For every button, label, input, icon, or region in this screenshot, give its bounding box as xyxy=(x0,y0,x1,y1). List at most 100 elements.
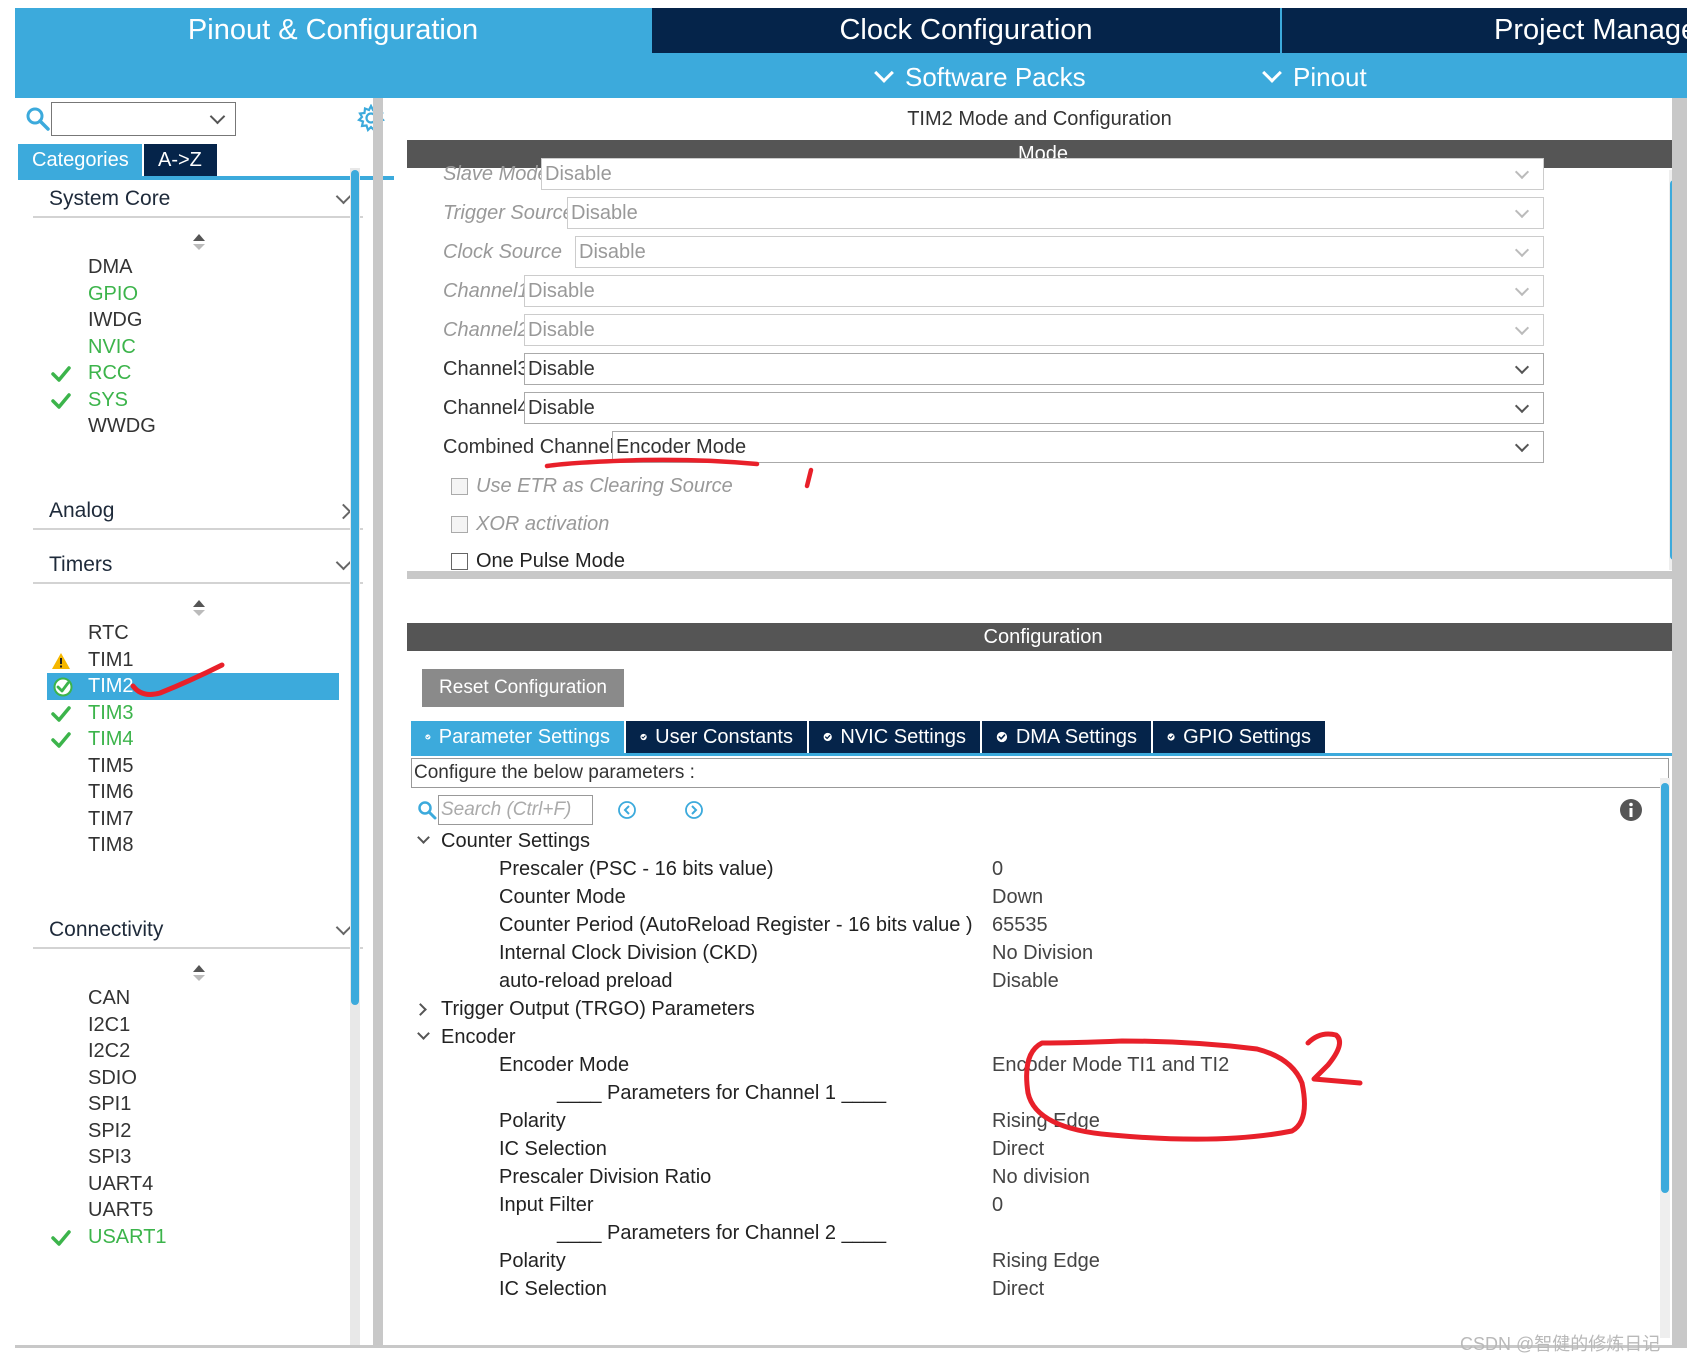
peripheral-item-tim3[interactable]: TIM3 xyxy=(45,700,345,727)
category-connectivity[interactable]: Connectivity xyxy=(33,913,363,949)
info-icon[interactable] xyxy=(1619,798,1643,822)
tab-parameter-settings[interactable]: Parameter Settings xyxy=(411,721,624,753)
peripheral-item-rcc[interactable]: RCC xyxy=(45,360,345,387)
tab-a-to-z[interactable]: A->Z xyxy=(144,144,217,176)
peripheral-item-tim8[interactable]: TIM8 xyxy=(45,832,345,859)
parameter-row[interactable]: Prescaler (PSC - 16 bits value) 0 xyxy=(415,856,1655,884)
peripheral-item-i2c2[interactable]: I2C2 xyxy=(45,1038,345,1065)
parameter-value[interactable]: Down xyxy=(992,886,1043,909)
parameter-value[interactable]: Rising Edge xyxy=(992,1250,1100,1273)
parameter-value[interactable]: Rising Edge xyxy=(992,1110,1100,1133)
search-combo-box[interactable] xyxy=(51,102,236,136)
parameter-row[interactable]: Counter Period (AutoReload Register - 16… xyxy=(415,912,1655,940)
group-encoder[interactable]: Encoder xyxy=(415,1024,1655,1052)
peripheral-item-iwdg[interactable]: IWDG xyxy=(45,307,345,334)
sort-icon[interactable] xyxy=(192,234,206,252)
sort-icon[interactable] xyxy=(192,600,206,618)
panel-splitter[interactable] xyxy=(373,98,383,1348)
parameter-value[interactable]: Encoder Mode TI1 and TI2 xyxy=(992,1054,1229,1077)
group-counter-settings[interactable]: Counter Settings xyxy=(415,828,1655,856)
peripheral-item-tim5[interactable]: TIM5 xyxy=(45,753,345,780)
peripheral-item-uart4[interactable]: UART4 xyxy=(45,1171,345,1198)
parameter-value[interactable]: Disable xyxy=(992,970,1059,993)
tab-user-constants[interactable]: User Constants xyxy=(626,721,807,753)
reset-configuration-button[interactable]: Reset Configuration xyxy=(422,669,624,707)
chevron-down-icon[interactable] xyxy=(417,831,430,844)
parameter-value[interactable]: Direct xyxy=(992,1138,1044,1161)
parameter-value[interactable]: No division xyxy=(992,1166,1090,1189)
peripheral-item-tim4[interactable]: TIM4 xyxy=(45,726,345,753)
left-scrollbar-thumb[interactable] xyxy=(351,170,359,1005)
peripheral-item-tim7[interactable]: TIM7 xyxy=(45,806,345,833)
previous-result-icon[interactable] xyxy=(617,800,637,820)
peripheral-item-spi2[interactable]: SPI2 xyxy=(45,1118,345,1145)
peripheral-item-uart5[interactable]: UART5 xyxy=(45,1197,345,1224)
peripheral-item-spi1[interactable]: SPI1 xyxy=(45,1091,345,1118)
parameter-row[interactable]: Prescaler Division Ratio No division xyxy=(415,1164,1655,1192)
chevron-down-icon[interactable] xyxy=(417,1027,430,1040)
peripheral-item-gpio[interactable]: GPIO xyxy=(45,281,345,308)
check-icon xyxy=(51,392,71,409)
categories-panel: Categories A->Z System Core DMA GPIO IWDG N… xyxy=(15,98,395,1348)
peripheral-item-sys[interactable]: SYS xyxy=(45,387,345,414)
category-timers[interactable]: Timers xyxy=(33,548,363,584)
parameter-value[interactable]: 0 xyxy=(992,858,1003,881)
peripheral-item-dma[interactable]: DMA xyxy=(45,254,345,281)
group-trgo-parameters[interactable]: Trigger Output (TRGO) Parameters xyxy=(414,996,1655,1024)
category-analog[interactable]: Analog xyxy=(33,494,363,530)
chevron-right-icon[interactable] xyxy=(414,1003,427,1016)
peripheral-item-rtc[interactable]: RTC xyxy=(45,620,345,647)
parameters-scrollbar-thumb[interactable] xyxy=(1661,783,1669,1193)
checkbox-one-pulse-mode[interactable]: One Pulse Mode xyxy=(451,549,625,573)
chevron-down-icon xyxy=(1514,281,1530,297)
mode-select[interactable]: Encoder Mode xyxy=(612,431,1544,463)
parameter-row[interactable]: Counter Mode Down xyxy=(415,884,1655,912)
check-circle-icon xyxy=(640,733,647,741)
peripheral-item-spi3[interactable]: SPI3 xyxy=(45,1144,345,1171)
tab-clock-configuration[interactable]: Clock Configuration xyxy=(652,8,1280,53)
peripheral-item-nvic[interactable]: NVIC xyxy=(45,334,345,361)
parameter-row[interactable]: Polarity Rising Edge xyxy=(415,1248,1655,1276)
parameter-value[interactable]: 0 xyxy=(992,1194,1003,1217)
peripheral-item-tim6[interactable]: TIM6 xyxy=(45,779,345,806)
tab-dma-settings[interactable]: DMA Settings xyxy=(982,721,1151,753)
checkbox-box[interactable] xyxy=(451,552,468,570)
parameter-row[interactable]: Input Filter 0 xyxy=(415,1192,1655,1220)
tab-gpio-settings[interactable]: GPIO Settings xyxy=(1153,721,1325,753)
tab-categories[interactable]: Categories xyxy=(18,144,142,176)
peripheral-item-tim1[interactable]: TIM1 xyxy=(45,647,345,674)
peripheral-label: TIM6 xyxy=(88,781,134,803)
peripheral-item-tim2[interactable]: TIM2 xyxy=(47,673,339,700)
tab-project-manager[interactable]: Project Manage xyxy=(1282,8,1687,53)
parameter-row[interactable]: Encoder Mode Encoder Mode TI1 and TI2 xyxy=(415,1052,1655,1080)
peripheral-item-wwdg[interactable]: WWDG xyxy=(45,413,345,440)
peripheral-item-sdio[interactable]: SDIO xyxy=(45,1065,345,1092)
mode-select[interactable]: Disable xyxy=(524,392,1544,424)
parameter-search-input[interactable]: Search (Ctrl+F) xyxy=(438,795,593,825)
category-system-core[interactable]: System Core xyxy=(33,182,363,218)
parameter-row[interactable]: Polarity Rising Edge xyxy=(415,1108,1655,1136)
parameter-name: IC Selection xyxy=(499,1278,607,1300)
search-icon[interactable] xyxy=(25,106,51,132)
peripheral-item-usart1[interactable]: USART1 xyxy=(45,1224,345,1251)
peripheral-item-i2c1[interactable]: I2C1 xyxy=(45,1012,345,1039)
next-result-icon[interactable] xyxy=(684,800,704,820)
parameter-value[interactable]: 65535 xyxy=(992,914,1048,937)
peripheral-item-can[interactable]: CAN xyxy=(45,985,345,1012)
tab-nvic-settings[interactable]: NVIC Settings xyxy=(809,721,980,753)
pinout-menu[interactable]: Pinout xyxy=(1262,60,1367,94)
parameter-row[interactable]: Internal Clock Division (CKD) No Division xyxy=(415,940,1655,968)
sort-icon[interactable] xyxy=(192,965,206,983)
tab-pinout-configuration[interactable]: Pinout & Configuration xyxy=(15,8,651,53)
section-splitter[interactable] xyxy=(407,571,1679,579)
group-title: Trigger Output (TRGO) Parameters xyxy=(441,998,755,1020)
software-packs-menu[interactable]: Software Packs xyxy=(874,60,1086,94)
parameter-value[interactable]: No Division xyxy=(992,942,1093,965)
parameter-row[interactable]: IC Selection Direct xyxy=(415,1136,1655,1164)
search-icon[interactable] xyxy=(417,800,437,820)
mode-select[interactable]: Disable xyxy=(524,353,1544,385)
parameter-value[interactable]: Direct xyxy=(992,1278,1044,1301)
parameter-row[interactable]: IC Selection Direct xyxy=(415,1276,1655,1304)
chevron-down-icon xyxy=(1514,203,1530,219)
parameter-row[interactable]: auto-reload preload Disable xyxy=(415,968,1655,996)
